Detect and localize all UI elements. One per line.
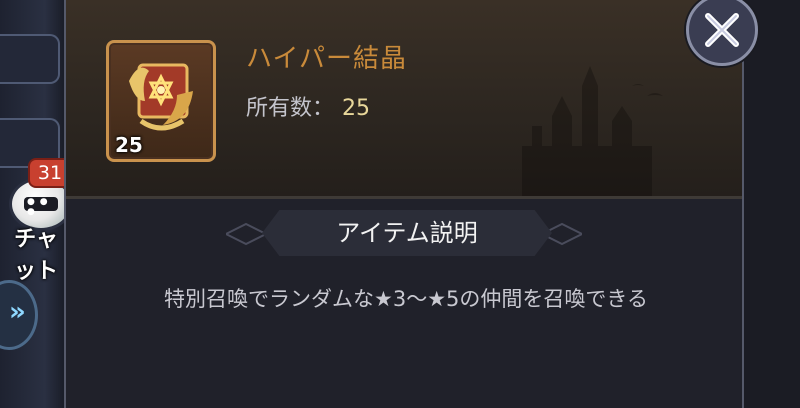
item-description: 特別召喚でランダムな★3〜★5の仲間を召喚できる	[164, 287, 648, 311]
rail-tab	[0, 34, 60, 84]
close-button[interactable]	[686, 0, 758, 66]
owned-count: 所有数： 25	[246, 90, 370, 122]
double-chevron-right-icon: »	[9, 297, 26, 327]
crystal-book-icon	[129, 63, 193, 131]
castle-background-art	[522, 66, 663, 196]
close-icon	[705, 13, 739, 47]
item-name: ハイパー結晶	[246, 44, 407, 74]
owned-label: 所有数：	[246, 96, 335, 121]
description-heading-bar: アイテム説明	[262, 210, 552, 256]
ornament-left	[226, 222, 266, 246]
item-header: 25 ハイパー結晶 所有数： 25	[66, 0, 742, 199]
item-quantity-badge: 25	[115, 133, 143, 157]
item-detail-popup: 25 ハイパー結晶 所有数： 25 アイテム説明 特別召喚でランダムな★3〜★5の…	[64, 0, 744, 408]
item-icon-frame: 25	[106, 40, 216, 162]
description-heading: アイテム説明	[262, 210, 552, 256]
chat-label[interactable]: チャ ット	[6, 224, 66, 288]
owned-value: 25	[342, 96, 371, 121]
chat-bubble-icon	[12, 180, 70, 228]
